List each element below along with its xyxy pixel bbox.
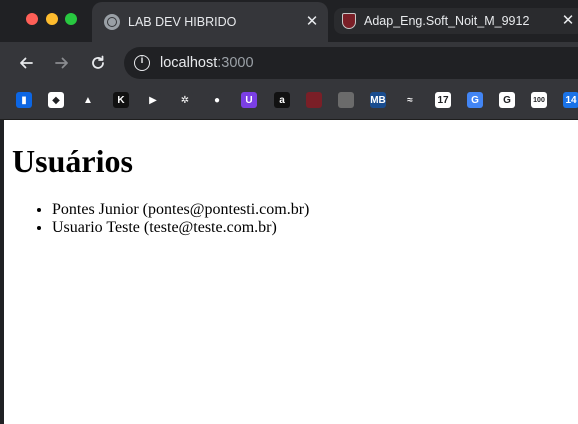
- url-text[interactable]: localhost:3000: [160, 55, 254, 71]
- browser-toolbar: localhost:3000: [0, 42, 578, 84]
- tab-title: Adap_Eng.Soft_Noit_M_9912: [364, 14, 530, 28]
- tab-strip: LAB DEV HIBRIDO ✕ Adap_Eng.Soft_Noit_M_9…: [0, 0, 578, 42]
- trello-icon[interactable]: ▮: [16, 92, 32, 108]
- forward-button[interactable]: [51, 52, 73, 74]
- globe-icon: [104, 14, 120, 30]
- tab-adap-eng-soft[interactable]: Adap_Eng.Soft_Noit_M_9912 ✕: [334, 8, 578, 34]
- minimize-window-button[interactable]: [46, 13, 58, 25]
- page-title: Usuários: [12, 143, 133, 179]
- clickup-icon[interactable]: ◆: [48, 92, 64, 108]
- mb-icon[interactable]: MB: [370, 92, 386, 108]
- bookmarks-bar: ▮ ◆ ▲ K ▶ ✲ ● Ua MB ≈17 G G 100 14: [0, 84, 578, 120]
- reload-icon: [92, 55, 104, 69]
- chatgpt-icon[interactable]: ✲: [177, 92, 193, 108]
- url-host: localhost: [160, 55, 218, 71]
- user-list: Pontes Junior (pontes@pontesti.com.br) U…: [32, 201, 309, 237]
- shield-icon-2[interactable]: [338, 92, 354, 108]
- shield-icon: [342, 13, 356, 29]
- atlassian-icon[interactable]: ▲: [80, 92, 96, 108]
- reload-button[interactable]: [87, 52, 109, 74]
- wave-icon[interactable]: ≈: [402, 92, 418, 108]
- evernote-icon[interactable]: ●: [209, 92, 225, 108]
- address-bar[interactable]: localhost:3000: [124, 47, 578, 79]
- maximize-window-button[interactable]: [65, 13, 77, 25]
- tab-lab-dev-hibrido[interactable]: LAB DEV HIBRIDO ✕: [92, 2, 328, 42]
- tradingview-icon[interactable]: 17: [435, 92, 451, 108]
- calendar-icon[interactable]: 14: [563, 92, 578, 108]
- play-icon[interactable]: ▶: [145, 92, 161, 108]
- arrow-left-icon: [20, 57, 33, 69]
- url-port: :3000: [217, 55, 254, 71]
- k-icon[interactable]: K: [113, 92, 129, 108]
- u-icon[interactable]: U: [241, 92, 257, 108]
- page-content: Usuários Pontes Junior (pontes@pontesti.…: [0, 120, 578, 424]
- shield-icon[interactable]: [306, 92, 322, 108]
- google-icon[interactable]: G: [499, 92, 515, 108]
- list-item: Pontes Junior (pontes@pontesti.com.br): [52, 201, 309, 219]
- a-icon[interactable]: a: [274, 92, 290, 108]
- back-button[interactable]: [15, 52, 37, 74]
- list-item: Usuario Teste (teste@teste.com.br): [52, 219, 309, 237]
- close-window-button[interactable]: [26, 13, 38, 25]
- translate-icon[interactable]: G: [467, 92, 483, 108]
- site-info-icon[interactable]: [134, 55, 150, 71]
- tab-title: LAB DEV HIBRIDO: [128, 15, 237, 29]
- close-icon[interactable]: ✕: [560, 13, 576, 29]
- 100-icon[interactable]: 100: [531, 92, 547, 108]
- close-icon[interactable]: ✕: [304, 14, 320, 30]
- arrow-right-icon: [55, 57, 68, 69]
